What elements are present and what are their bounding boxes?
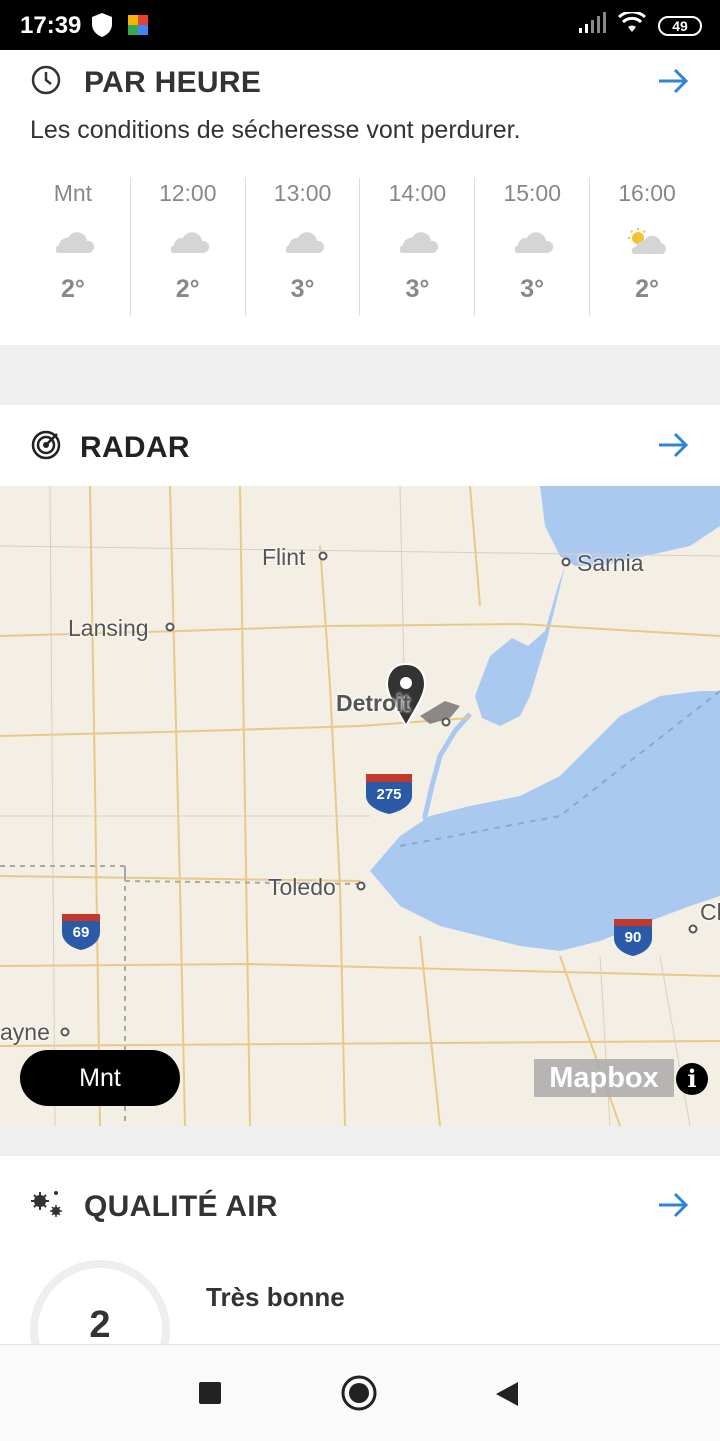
city-label-lansing: Lansing (68, 615, 149, 641)
radar-header: RADAR (0, 405, 720, 486)
mapbox-logo[interactable]: Mapbox (534, 1059, 674, 1097)
hour-time: Mnt (53, 180, 93, 206)
cloud-icon (514, 232, 554, 253)
city-label-cleveland: Cl (700, 899, 720, 925)
hour-temp: 2° (60, 275, 85, 303)
shield-icon (90, 12, 114, 43)
radar-title-group: RADAR (30, 429, 190, 466)
hourly-section: PAR HEURE Les conditions de sécheresse v… (0, 50, 720, 345)
section-divider (0, 1126, 720, 1156)
city-label-flint: Flint (262, 544, 306, 570)
city-label-toledo: Toledo (268, 874, 336, 900)
air-quality-section: QUALITÉ AIR 2 Très bonne (0, 1156, 720, 1344)
hour-time: 15:00 (503, 180, 561, 206)
partly-sunny-icon (628, 228, 666, 254)
battery-icon: 49 (658, 15, 702, 36)
hourly-list: Mnt 2° 12:00 2° 13:00 3° 14:00 3° 15:00 … (16, 178, 704, 316)
air-quality-header: QUALITÉ AIR (30, 1188, 278, 1225)
radar-arrow-icon[interactable] (656, 428, 690, 467)
hourly-arrow-icon[interactable] (656, 64, 690, 103)
hour-time: 16:00 (618, 180, 676, 206)
air-quality-title: QUALITÉ AIR (84, 1189, 278, 1223)
hour-item[interactable]: 15:00 3° (474, 178, 589, 316)
cloud-icon (400, 232, 439, 253)
hourly-subtitle: Les conditions de sécheresse vont perdur… (30, 116, 521, 144)
back-button[interactable] (494, 1380, 520, 1413)
hour-time: 14:00 (388, 180, 447, 206)
city-label-detroit: Detroit (336, 690, 411, 716)
status-bar: 17:39 49 (0, 0, 720, 50)
cloud-icon (55, 232, 94, 253)
signal-icon (578, 12, 606, 39)
hour-temp: 3° (520, 275, 545, 303)
wifi-icon (617, 10, 647, 39)
map-background (0, 486, 720, 1126)
hour-item[interactable]: 16:00 2° (589, 178, 704, 316)
hour-temp: 3° (405, 275, 430, 303)
cloud-icon (170, 232, 209, 253)
highway-275-label: 275 (376, 786, 402, 803)
radar-map[interactable]: Flint Sarnia Lansing Detroit Toledo ayne… (0, 486, 720, 1126)
hour-item[interactable]: Mnt 2° (16, 178, 130, 316)
hour-time: 12:00 (158, 180, 217, 206)
city-label-sarnia: Sarnia (577, 550, 644, 576)
section-divider (0, 345, 720, 405)
particles-icon (30, 1188, 64, 1225)
highway-90-label: 90 (624, 929, 642, 946)
hour-item[interactable]: 12:00 2° (129, 178, 245, 316)
hour-temp: 2° (175, 275, 200, 303)
status-time: 17:39 (20, 12, 82, 39)
radar-icon (30, 429, 62, 466)
home-button[interactable] (340, 1374, 378, 1417)
navigation-bar (0, 1344, 720, 1441)
recents-button[interactable] (198, 1381, 222, 1410)
highway-69-label: 69 (72, 924, 90, 941)
air-quality-arrow-icon[interactable] (656, 1188, 690, 1227)
hour-time: 13:00 (273, 180, 332, 206)
radar-time-chip[interactable]: Mnt (20, 1050, 180, 1106)
city-label-fort-wayne: ayne (0, 1019, 50, 1045)
hour-temp: 2° (635, 275, 659, 303)
info-icon[interactable]: i (676, 1063, 708, 1095)
air-quality-label: Très bonne (206, 1282, 345, 1312)
radar-title: RADAR (80, 430, 190, 464)
air-quality-value: 2 (89, 1304, 111, 1344)
hour-item[interactable]: 14:00 3° (359, 178, 474, 316)
cloud-icon (285, 232, 324, 253)
hour-temp: 3° (290, 275, 315, 303)
hour-item[interactable]: 13:00 3° (244, 178, 360, 316)
hourly-header: PAR HEURE (30, 64, 261, 101)
clock-icon (30, 64, 62, 101)
app-icon (128, 15, 148, 35)
hourly-title: PAR HEURE (84, 65, 262, 99)
